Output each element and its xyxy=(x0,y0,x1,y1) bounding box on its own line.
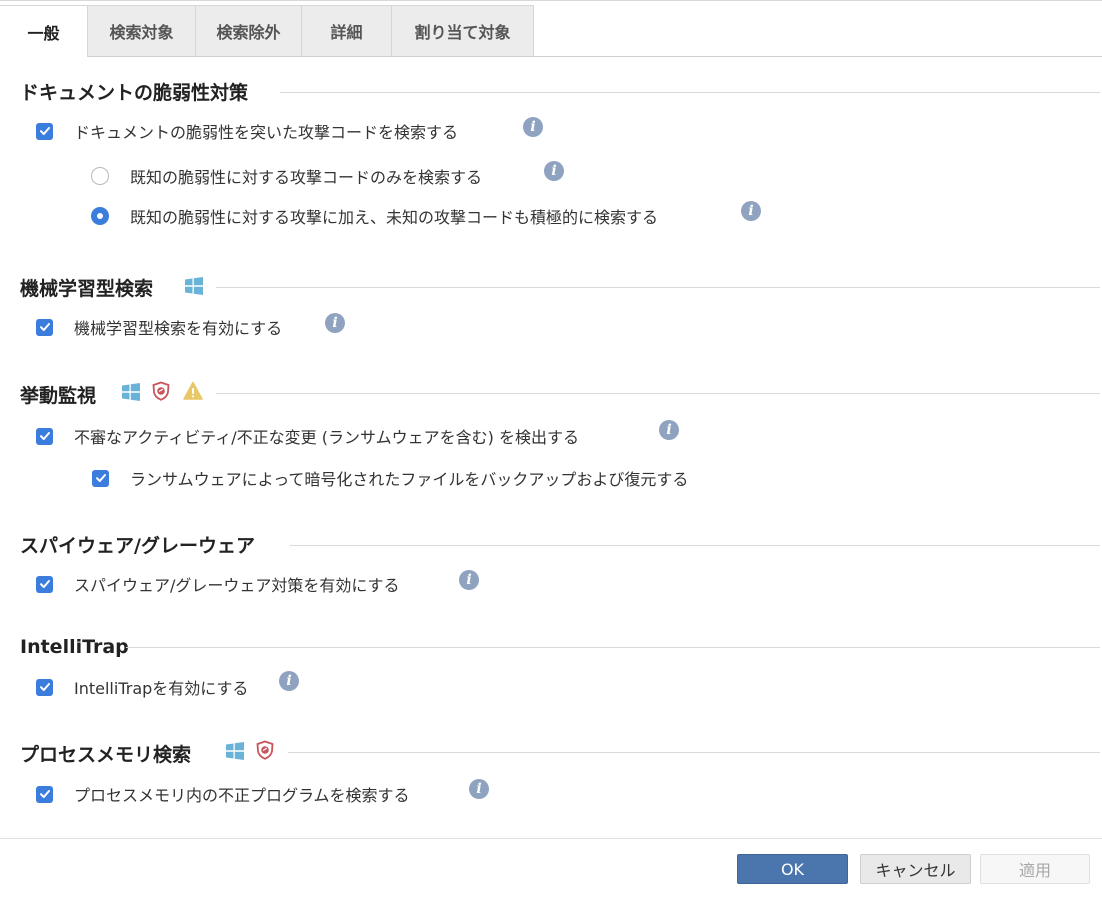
apply-button[interactable]: 適用 xyxy=(980,854,1090,884)
section-title-document: ドキュメントの脆弱性対策 xyxy=(20,81,249,104)
known-and-unknown-radio[interactable] xyxy=(91,207,109,225)
section-divider xyxy=(216,393,1100,394)
section-behavior: 挙動監視 xyxy=(20,381,96,407)
section-divider xyxy=(290,545,1100,546)
memory-scan-checkbox[interactable] xyxy=(36,785,53,803)
document-exploit-checkbox[interactable] xyxy=(36,122,53,140)
ransomware-backup-label: ランサムウェアによって暗号化されたファイルをバックアップおよび復元する xyxy=(130,470,689,489)
info-icon[interactable]: i xyxy=(325,313,345,333)
windows-icon xyxy=(226,742,244,760)
intellitrap-enable-row: IntelliTrapを有効にする xyxy=(36,675,248,699)
ml-enable-row: 機械学習型検索を有効にする xyxy=(36,315,282,339)
known-only-row: 既知の脆弱性に対する攻撃コードのみを検索する xyxy=(91,164,482,188)
info-icon[interactable]: i xyxy=(459,570,479,590)
info-icon[interactable]: i xyxy=(523,117,543,137)
known-only-label: 既知の脆弱性に対する攻撃コードのみを検索する xyxy=(130,168,483,187)
shield-icon xyxy=(152,381,170,401)
tab-scan-exclusion[interactable]: 検索除外 xyxy=(196,5,302,56)
spyware-enable-label: スパイウェア/グレーウェア対策を有効にする xyxy=(74,576,400,595)
section-divider xyxy=(288,752,1100,753)
section-title-behavior: 挙動監視 xyxy=(20,384,97,407)
info-icon[interactable]: i xyxy=(544,161,564,181)
section-title-memory: プロセスメモリ検索 xyxy=(20,743,192,766)
windows-icon xyxy=(122,383,140,401)
behavior-detect-row: 不審なアクティビティ/不正な変更 (ランサムウェアを含む) を検出する xyxy=(36,424,579,448)
memory-scan-label: プロセスメモリ内の不正プログラムを検索する xyxy=(74,786,410,805)
tab-general[interactable]: 一般 xyxy=(0,5,88,57)
cancel-button[interactable]: キャンセル xyxy=(860,854,971,884)
document-exploit-label: ドキュメントの脆弱性を突いた攻撃コードを検索する xyxy=(74,123,459,142)
section-intellitrap: IntelliTrap xyxy=(20,634,129,660)
section-title-intellitrap: IntelliTrap xyxy=(20,636,129,658)
intellitrap-enable-checkbox[interactable] xyxy=(36,678,53,696)
ransomware-backup-row: ランサムウェアによって暗号化されたファイルをバックアップおよび復元する xyxy=(92,466,688,490)
ml-enable-label: 機械学習型検索を有効にする xyxy=(74,319,283,338)
info-icon[interactable]: i xyxy=(741,201,761,221)
section-ml: 機械学習型検索 xyxy=(20,274,153,300)
warning-icon xyxy=(183,381,203,400)
windows-icon xyxy=(185,277,203,295)
intellitrap-enable-label: IntelliTrapを有効にする xyxy=(74,679,249,698)
info-icon[interactable]: i xyxy=(659,420,679,440)
info-icon[interactable]: i xyxy=(279,671,299,691)
shield-icon xyxy=(256,740,274,760)
section-divider xyxy=(280,92,1100,93)
info-icon[interactable]: i xyxy=(469,779,489,799)
section-divider xyxy=(216,287,1100,288)
tab-bar: 一般 検索対象 検索除外 詳細 割り当て対象 xyxy=(0,5,1102,57)
section-document: ドキュメントの脆弱性対策 xyxy=(20,78,248,104)
known-and-unknown-row: 既知の脆弱性に対する攻撃に加え、未知の攻撃コードも積極的に検索する xyxy=(91,204,658,228)
document-exploit-row: ドキュメントの脆弱性を突いた攻撃コードを検索する xyxy=(36,119,458,143)
known-and-unknown-label: 既知の脆弱性に対する攻撃に加え、未知の攻撃コードも積極的に検索する xyxy=(130,208,659,227)
section-memory: プロセスメモリ検索 xyxy=(20,740,191,766)
spyware-enable-row: スパイウェア/グレーウェア対策を有効にする xyxy=(36,572,400,596)
section-spyware: スパイウェア/グレーウェア xyxy=(20,531,255,557)
ransomware-backup-checkbox[interactable] xyxy=(92,469,109,487)
memory-scan-row: プロセスメモリ内の不正プログラムを検索する xyxy=(36,782,410,806)
ml-enable-checkbox[interactable] xyxy=(36,318,53,336)
tab-assignment[interactable]: 割り当て対象 xyxy=(392,5,534,56)
spyware-enable-checkbox[interactable] xyxy=(36,575,53,593)
section-title-ml: 機械学習型検索 xyxy=(20,277,154,300)
tab-scan-target[interactable]: 検索対象 xyxy=(88,5,196,56)
behavior-detect-checkbox[interactable] xyxy=(36,427,53,445)
footer-divider xyxy=(0,838,1102,839)
behavior-detect-label: 不審なアクティビティ/不正な変更 (ランサムウェアを含む) を検出する xyxy=(74,428,580,447)
section-divider xyxy=(126,647,1100,648)
known-only-radio[interactable] xyxy=(91,167,109,185)
tab-details[interactable]: 詳細 xyxy=(302,5,392,56)
ok-button[interactable]: OK xyxy=(737,854,848,884)
section-title-spyware: スパイウェア/グレーウェア xyxy=(20,534,255,557)
